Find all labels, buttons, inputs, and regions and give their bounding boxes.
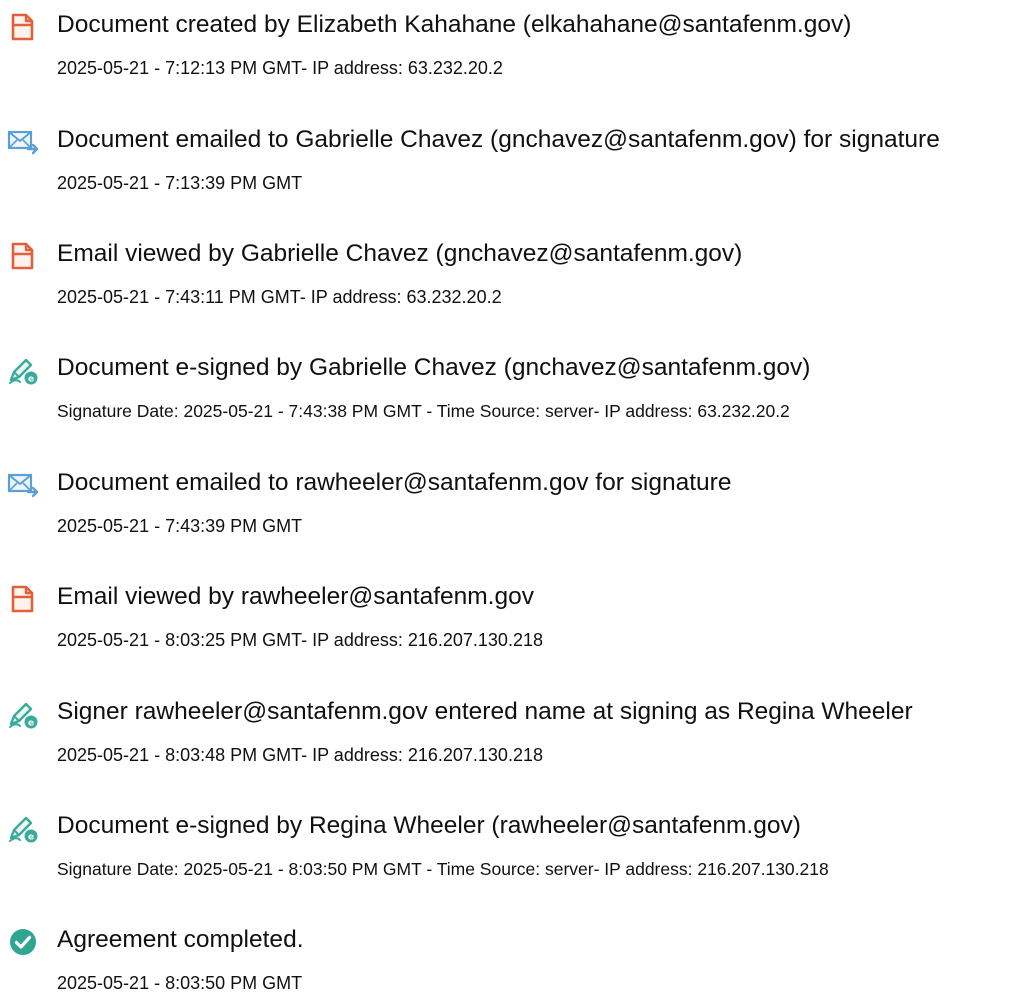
svg-text:e: e [28, 375, 34, 385]
svg-text:e: e [28, 833, 34, 843]
audit-event-document-created: Document created by Elizabeth Kahahane (… [0, 0, 1017, 78]
event-detail: 2025-05-21 - 7:43:39 PM GMT [57, 516, 303, 536]
event-detail: 2025-05-21 - 8:03:50 PM GMT [57, 973, 303, 993]
event-detail: 2025-05-21 - 7:43:11 PM GMT- IP address:… [57, 287, 502, 307]
audit-event-email-sent: Document emailed to Gabrielle Chavez (gn… [0, 115, 1017, 193]
check-circle-icon [6, 925, 40, 959]
event-detail: Signature Date: 2025-05-21 - 7:43:38 PM … [57, 401, 790, 421]
svg-text:e: e [28, 719, 34, 729]
audit-event-email-viewed: Email viewed by rawheeler@santafenm.gov … [0, 572, 1017, 650]
email-sent-icon [6, 125, 40, 159]
audit-event-email-viewed: Email viewed by Gabrielle Chavez (gnchav… [0, 229, 1017, 307]
event-title: Document emailed to Gabrielle Chavez (gn… [57, 126, 940, 153]
audit-event-e-signed: e Document e-signed by Gabrielle Chavez … [0, 343, 1017, 421]
document-viewed-icon [6, 582, 40, 616]
event-title: Document e-signed by Regina Wheeler (raw… [57, 812, 801, 839]
e-sign-icon: e [6, 697, 40, 731]
email-sent-icon [6, 468, 40, 502]
event-title: Email viewed by Gabrielle Chavez (gnchav… [57, 240, 743, 267]
e-sign-icon: e [6, 811, 40, 845]
event-detail: 2025-05-21 - 8:03:48 PM GMT- IP address:… [57, 745, 543, 765]
audit-event-email-sent: Document emailed to rawheeler@santafenm.… [0, 458, 1017, 536]
audit-event-signer-name: e Signer rawheeler@santafenm.gov entered… [0, 687, 1017, 765]
event-title: Signer rawheeler@santafenm.gov entered n… [57, 698, 913, 725]
e-sign-icon: e [6, 353, 40, 387]
event-detail: 2025-05-21 - 7:13:39 PM GMT [57, 173, 303, 193]
event-detail: Signature Date: 2025-05-21 - 8:03:50 PM … [57, 859, 829, 879]
audit-event-e-signed: e Document e-signed by Regina Wheeler (r… [0, 801, 1017, 879]
event-detail: 2025-05-21 - 7:12:13 PM GMT- IP address:… [57, 58, 503, 78]
document-created-icon [6, 10, 40, 44]
event-detail: 2025-05-21 - 8:03:25 PM GMT- IP address:… [57, 630, 543, 650]
event-title: Document e-signed by Gabrielle Chavez (g… [57, 354, 811, 381]
audit-event-completed: Agreement completed. 2025-05-21 - 8:03:5… [0, 915, 1017, 993]
event-title: Email viewed by rawheeler@santafenm.gov [57, 583, 534, 610]
event-title: Document emailed to rawheeler@santafenm.… [57, 469, 732, 496]
event-title: Agreement completed. [57, 926, 304, 953]
document-viewed-icon [6, 239, 40, 273]
event-title: Document created by Elizabeth Kahahane (… [57, 11, 852, 38]
